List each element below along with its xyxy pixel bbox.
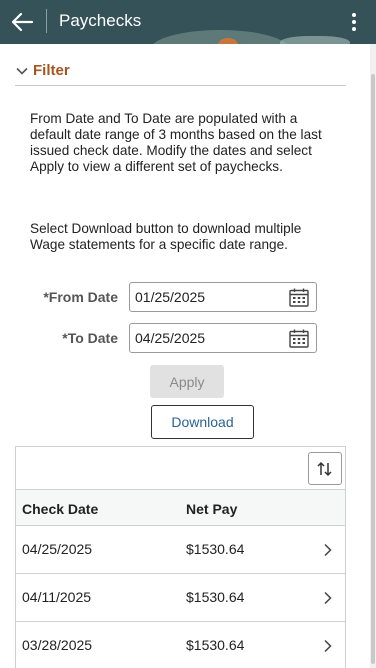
download-button[interactable]: Download: [151, 405, 254, 439]
actions-menu-button[interactable]: [344, 9, 364, 35]
from-date-label: *From Date: [43, 289, 118, 305]
from-date-value: 01/25/2025: [135, 289, 206, 305]
net-pay-cell: $1530.64: [186, 541, 245, 557]
check-date-cell: 04/11/2025: [22, 589, 92, 605]
calendar-icon[interactable]: [289, 329, 309, 348]
check-date-cell: 03/28/2025: [22, 637, 93, 653]
calendar-icon[interactable]: [289, 288, 309, 307]
banner-decoration: [280, 36, 350, 44]
header-divider: [46, 9, 47, 33]
filter-label: Filter: [33, 62, 70, 79]
net-pay-cell: $1530.64: [186, 589, 245, 605]
paychecks-grid: Check Date Net Pay 04/25/2025 $1530.64 0…: [15, 446, 346, 668]
grid-toolbar: [16, 447, 345, 490]
download-hint: Select Download button to download multi…: [30, 221, 302, 252]
kebab-menu-icon: [352, 13, 356, 17]
from-date-field[interactable]: 01/25/2025: [129, 282, 317, 312]
main-content: Filter From Date and To Date are populat…: [0, 44, 370, 668]
table-row[interactable]: 04/11/2025 $1530.64: [16, 574, 345, 622]
top-banner: Paychecks: [0, 0, 376, 44]
arrow-left-icon: [11, 12, 34, 32]
sort-button[interactable]: [308, 452, 342, 485]
to-date-value: 04/25/2025: [135, 330, 206, 346]
page-title: Paychecks: [59, 11, 142, 30]
table-row[interactable]: 03/28/2025 $1530.64: [16, 622, 345, 668]
kebab-menu-icon: [352, 20, 356, 24]
table-row[interactable]: 04/25/2025 $1530.64: [16, 526, 345, 574]
scrollbar-thumb[interactable]: [371, 74, 375, 664]
net-pay-cell: $1530.64: [186, 637, 245, 653]
column-header-net-pay: Net Pay: [186, 501, 238, 517]
grid-header: Check Date Net Pay: [16, 490, 345, 526]
to-date-field[interactable]: 04/25/2025: [129, 323, 317, 353]
chevron-right-icon: [324, 639, 332, 653]
apply-button[interactable]: Apply: [150, 365, 224, 398]
column-header-check-date: Check Date: [22, 501, 99, 517]
chevron-right-icon: [324, 591, 332, 605]
filter-toggle[interactable]: Filter: [15, 62, 346, 86]
to-date-label: *To Date: [62, 330, 118, 346]
filter-instructions: From Date and To Date are populated with…: [30, 111, 322, 174]
chevron-down-icon: [16, 67, 28, 75]
back-button[interactable]: [8, 9, 36, 35]
kebab-menu-icon: [352, 27, 356, 31]
chevron-right-icon: [324, 543, 332, 557]
page-scrollbar[interactable]: [370, 44, 376, 668]
sort-icon: [317, 461, 332, 476]
check-date-cell: 04/25/2025: [22, 541, 93, 557]
